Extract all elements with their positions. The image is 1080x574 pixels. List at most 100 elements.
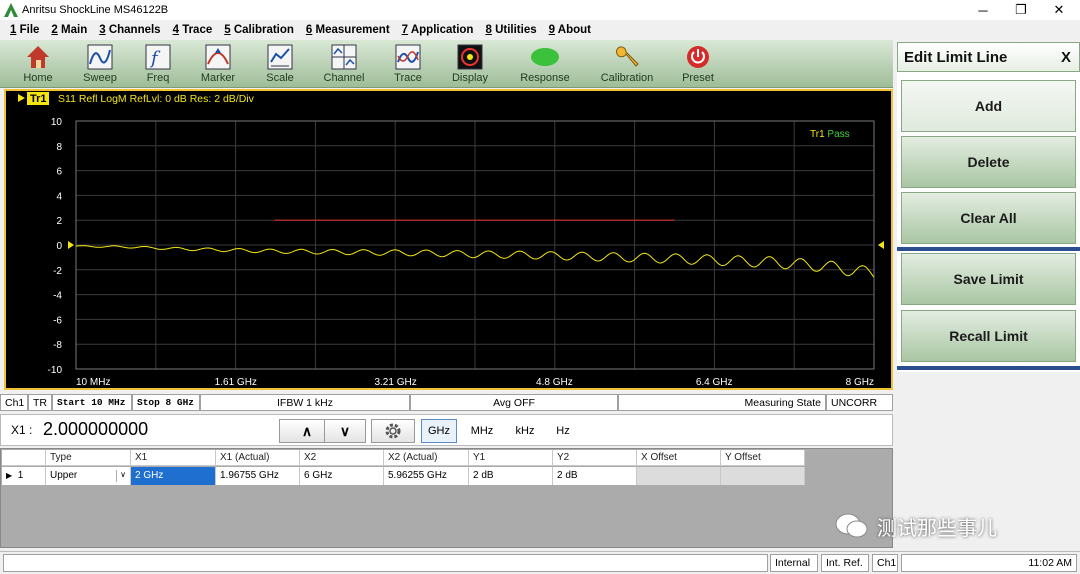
menu-item-7[interactable]: 8 Utilities	[485, 24, 536, 36]
channel-status-row: Ch1 TR Start 10 MHz Stop 8 GHz IFBW 1 kH…	[0, 394, 893, 411]
y-tick-label: 10	[51, 117, 63, 128]
calibration-button[interactable]: Calibration	[595, 42, 659, 86]
menu-item-3[interactable]: 4 Trace	[173, 24, 213, 36]
freq-button[interactable]: f Freq	[128, 42, 188, 86]
col-header-x1-actual: X1 (Actual)	[216, 450, 300, 466]
start-frequency[interactable]: Start 10 MHz	[52, 394, 132, 411]
s11-chart[interactable]: Tr1 S11 Refl LogM RefLvl: 0 dB Res: 2 dB/…	[6, 91, 891, 388]
menu-bar: 1 File 2 Main 3 Channels 4 Trace 5 Calibrati…	[0, 20, 1080, 40]
ifbw-status[interactable]: IFBW 1 kHz	[200, 394, 410, 411]
trigger-source[interactable]: Internal	[770, 554, 818, 572]
y-tick-label: -8	[53, 340, 62, 351]
menu-label: Measurement	[312, 24, 390, 36]
x2-cell[interactable]: 6 GHz	[300, 467, 384, 485]
menu-item-1[interactable]: 2 Main	[51, 24, 87, 36]
menu-item-4[interactable]: 5 Calibration	[224, 24, 294, 36]
menu-item-2[interactable]: 3 Channels	[99, 24, 160, 36]
channel-button[interactable]: Channel	[314, 42, 374, 86]
response-button[interactable]: Response	[513, 42, 577, 86]
trace-pass-label: Tr1 Pass	[810, 129, 850, 140]
col-header-type: Type	[46, 450, 131, 466]
trace-button[interactable]: Trace	[378, 42, 438, 86]
panel-separator-bottom	[897, 366, 1080, 370]
menu-label: Trace	[179, 24, 213, 36]
home-button[interactable]: Home	[8, 42, 68, 86]
y-tick-label: 0	[56, 241, 62, 252]
pass-status: Pass	[827, 129, 849, 140]
wrench-icon	[614, 44, 640, 70]
x1-value-input[interactable]: 2.000000000	[43, 419, 148, 440]
panel-close-button[interactable]: X	[1061, 49, 1071, 66]
x1-cell[interactable]: 2 GHz	[131, 467, 216, 485]
menu-item-6[interactable]: 7 Application	[402, 24, 474, 36]
mhz-unit-button[interactable]: MHz	[463, 419, 501, 443]
x-offset-cell[interactable]	[637, 467, 721, 485]
power-icon	[685, 44, 711, 70]
limit-line-table: Type X1 X1 (Actual) X2 X2 (Actual) Y1 Y2…	[0, 448, 893, 548]
table-row[interactable]: ▶ 1	[2, 467, 46, 485]
menu-item-5[interactable]: 6 Measurement	[306, 24, 390, 36]
hz-unit-button[interactable]: Hz	[547, 419, 579, 443]
row-pointer-icon: ▶	[6, 471, 13, 480]
y2-cell[interactable]: 2 dB	[553, 467, 637, 485]
display-icon	[457, 44, 483, 70]
row-index: 1	[17, 470, 24, 481]
bottom-status-bar: Internal Int. Ref. Ch1 11:02 AM	[0, 551, 1080, 574]
trace-plot-area[interactable]: Tr1 S11 Refl LogM RefLvl: 0 dB Res: 2 dB/…	[4, 89, 893, 390]
clock: 11:02 AM	[901, 554, 1077, 572]
menu-item-0[interactable]: 1 File	[10, 24, 39, 36]
x2-actual-cell: 5.96255 GHz	[384, 467, 469, 485]
recall-limit-button[interactable]: Recall Limit	[901, 310, 1076, 362]
trace-mode-indicator[interactable]: TR	[28, 394, 52, 411]
menu-label: Application	[408, 24, 474, 36]
col-header-x1: X1	[131, 450, 216, 466]
correction-status: UNCORR	[826, 394, 893, 411]
toolbar: Home Sweep f Freq Marker Scale Channel T…	[0, 40, 893, 88]
y-offset-cell[interactable]	[721, 467, 805, 485]
averaging-status[interactable]: Avg OFF	[410, 394, 618, 411]
panel-header: Edit Limit Line X	[897, 42, 1080, 72]
add-limit-button[interactable]: Add	[901, 80, 1076, 132]
x-tick-label: 1.61 GHz	[215, 377, 257, 388]
close-icon[interactable]: ✕	[1040, 0, 1078, 20]
watermark-text: 测试那些事儿	[877, 517, 997, 540]
type-value: Upper	[50, 470, 78, 481]
save-limit-button[interactable]: Save Limit	[901, 253, 1076, 305]
ghz-unit-button[interactable]: GHz	[421, 419, 457, 443]
col-header-x-offset: X Offset	[637, 450, 721, 466]
clear-all-button[interactable]: Clear All	[901, 192, 1076, 244]
measuring-state: Measuring State	[618, 394, 826, 411]
active-channel[interactable]: Ch1	[872, 554, 898, 572]
khz-unit-button[interactable]: kHz	[507, 419, 543, 443]
reference-source[interactable]: Int. Ref.	[821, 554, 869, 572]
decrement-button[interactable]: ∨	[324, 419, 366, 443]
preset-button[interactable]: Preset	[668, 42, 728, 86]
y1-cell[interactable]: 2 dB	[469, 467, 553, 485]
col-header-y2: Y2	[553, 450, 637, 466]
active-trace-arrow-icon	[18, 94, 25, 102]
menu-label: Utilities	[491, 24, 537, 36]
gear-icon	[385, 423, 401, 439]
display-button[interactable]: Display	[440, 42, 500, 86]
maximize-icon[interactable]: ❐	[1002, 0, 1040, 20]
channel-indicator[interactable]: Ch1	[0, 394, 28, 411]
menu-item-8[interactable]: 9 About	[549, 24, 591, 36]
sweep-button[interactable]: Sweep	[70, 42, 130, 86]
col-header-y-offset: Y Offset	[721, 450, 805, 466]
marker-button[interactable]: Marker	[188, 42, 248, 86]
value-entry-row: X1 : 2.000000000 ∧ ∨ GHz MHz kHz Hz	[0, 414, 893, 446]
col-header-x2-actual: X2 (Actual)	[384, 450, 469, 466]
scale-button[interactable]: Scale	[250, 42, 310, 86]
delete-limit-button[interactable]: Delete	[901, 136, 1076, 188]
panel-separator	[897, 247, 1080, 251]
window-title: Anritsu ShockLine MS46122B	[22, 4, 169, 16]
response-icon	[530, 44, 560, 70]
y-tick-label: 2	[56, 216, 62, 227]
minimize-icon[interactable]: ─	[964, 0, 1002, 20]
type-select[interactable]: Upper ∨	[46, 467, 131, 485]
menu-label: File	[16, 24, 40, 36]
stop-frequency[interactable]: Stop 8 GHz	[132, 394, 200, 411]
sweep-icon	[87, 44, 113, 70]
settings-button[interactable]	[371, 419, 415, 443]
title-bar: Anritsu ShockLine MS46122B ─ ❐ ✕	[0, 0, 1080, 20]
